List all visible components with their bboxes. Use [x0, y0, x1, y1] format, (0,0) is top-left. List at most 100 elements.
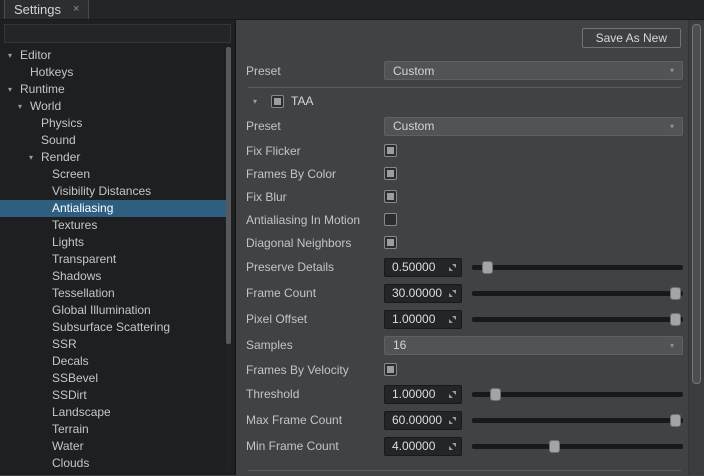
spin-drag-icon[interactable] [448, 289, 457, 298]
fix-flicker-row: Fix Flicker [246, 139, 683, 162]
threshold-slider[interactable] [472, 388, 683, 401]
min-frame-count-label: Min Frame Count [246, 439, 384, 453]
slider-track[interactable] [472, 444, 683, 449]
frames-by-color-checkbox[interactable] [384, 167, 397, 180]
tab-title: Settings [14, 2, 61, 17]
pixel-offset-slider[interactable] [472, 313, 683, 326]
spin-drag-icon[interactable] [448, 263, 457, 272]
tree-item-label: Decals [52, 354, 89, 368]
spin-drag-icon[interactable] [448, 315, 457, 324]
tree-item-sound[interactable]: Sound [0, 132, 227, 149]
section-divider-top [248, 87, 681, 88]
close-icon[interactable]: × [73, 4, 79, 15]
preserve-details-spinbox[interactable]: 0.50000 [384, 258, 462, 277]
tree-item-render[interactable]: ▾Render [0, 149, 227, 166]
slider-track[interactable] [472, 265, 683, 270]
tree-item-label: World [30, 99, 61, 113]
tree-item-tessellation[interactable]: Tessellation [0, 285, 227, 302]
taa-enabled-checkbox[interactable] [271, 95, 284, 108]
tree-item-hotkeys[interactable]: Hotkeys [0, 64, 227, 81]
max-frame-count-slider-handle[interactable] [670, 414, 681, 427]
pixel-offset-label: Pixel Offset [246, 312, 384, 326]
tree-item-landscape[interactable]: Landscape [0, 404, 227, 421]
tree-item-editor[interactable]: ▾Editor [0, 47, 227, 64]
tree-item-label: Visibility Distances [52, 184, 151, 198]
samples-dropdown[interactable]: 16▾ [384, 336, 683, 355]
min-frame-count-slider-handle[interactable] [549, 440, 560, 453]
preset-dropdown[interactable]: Custom ▾ [384, 61, 683, 80]
frames-by-velocity-checkbox[interactable] [384, 363, 397, 376]
min-frame-count-value: 4.00000 [385, 439, 447, 453]
preset-dropdown-value: Custom [393, 119, 434, 133]
chevron-down-icon: ▾ [670, 66, 674, 75]
tree-item-visibility-distances[interactable]: Visibility Distances [0, 183, 227, 200]
antialiasing-in-motion-checkbox[interactable] [384, 213, 397, 226]
tree-item-world[interactable]: ▾World [0, 98, 227, 115]
slider-track[interactable] [472, 392, 683, 397]
tree-item-ssr[interactable]: SSR [0, 336, 227, 353]
preserve-details-slider-handle[interactable] [482, 261, 493, 274]
max-frame-count-spinbox[interactable]: 60.00000 [384, 411, 462, 430]
tree-scrollbar[interactable] [226, 47, 231, 471]
tree-item-terrain[interactable]: Terrain [0, 421, 227, 438]
max-frame-count-slider[interactable] [472, 414, 683, 427]
tab-settings[interactable]: Settings × [4, 0, 89, 19]
samples-label: Samples [246, 338, 384, 352]
search-input[interactable] [4, 24, 231, 43]
frames-by-color-label: Frames By Color [246, 167, 384, 181]
tree-item-ssdirt[interactable]: SSDirt [0, 387, 227, 404]
tree-item-textures[interactable]: Textures [0, 217, 227, 234]
tree-item-clouds[interactable]: Clouds [0, 455, 227, 472]
preserve-details-slider[interactable] [472, 261, 683, 274]
expand-arrow-icon[interactable]: ▾ [18, 98, 30, 115]
tree-item-antialiasing[interactable]: Antialiasing [0, 200, 227, 217]
panel-scrollbar[interactable] [688, 20, 704, 475]
expand-arrow-icon[interactable]: ▾ [8, 47, 20, 64]
pixel-offset-slider-handle[interactable] [670, 313, 681, 326]
tree-item-subsurface-scattering[interactable]: Subsurface Scattering [0, 319, 227, 336]
tree-item-runtime[interactable]: ▾Runtime [0, 81, 227, 98]
spin-drag-icon[interactable] [448, 416, 457, 425]
slider-track[interactable] [472, 418, 683, 423]
save-as-new-button[interactable]: Save As New [582, 28, 681, 48]
collapse-arrow-icon[interactable]: ▾ [253, 97, 264, 106]
expand-arrow-icon[interactable]: ▾ [29, 149, 41, 166]
frame-count-slider-handle[interactable] [670, 287, 681, 300]
spin-drag-icon[interactable] [448, 390, 457, 399]
tree-item-decals[interactable]: Decals [0, 353, 227, 370]
tree-item-shadows[interactable]: Shadows [0, 268, 227, 285]
pixel-offset-spinbox[interactable]: 1.00000 [384, 310, 462, 329]
panel-scrollbar-thumb[interactable] [692, 24, 701, 384]
diagonal-neighbors-label: Diagonal Neighbors [246, 236, 384, 250]
tree-item-transparent[interactable]: Transparent [0, 251, 227, 268]
main-area: ▾EditorHotkeys▾Runtime▾WorldPhysicsSound… [0, 20, 704, 475]
spin-drag-icon[interactable] [448, 442, 457, 451]
tree-item-physics[interactable]: Physics [0, 115, 227, 132]
tree-item-label: Landscape [52, 405, 111, 419]
slider-track[interactable] [472, 317, 683, 322]
tree-item-label: Sound [41, 133, 76, 147]
antialiasing-in-motion-row: Antialiasing In Motion [246, 208, 683, 231]
tree-item-water[interactable]: Water [0, 438, 227, 455]
diagonal-neighbors-checkbox[interactable] [384, 236, 397, 249]
tree-item-ssbevel[interactable]: SSBevel [0, 370, 227, 387]
min-frame-count-slider[interactable] [472, 440, 683, 453]
min-frame-count-spinbox[interactable]: 4.00000 [384, 437, 462, 456]
preset-dropdown[interactable]: Custom▾ [384, 117, 683, 136]
taa-section-header[interactable]: ▾ TAA [246, 89, 683, 113]
fix-blur-checkbox[interactable] [384, 190, 397, 203]
threshold-spinbox[interactable]: 1.00000 [384, 385, 462, 404]
tree-item-lights[interactable]: Lights [0, 234, 227, 251]
toolbar-row: Save As New [246, 20, 683, 48]
tree-item-global-illumination[interactable]: Global Illumination [0, 302, 227, 319]
tree-item-label: Antialiasing [52, 201, 113, 215]
tree-item-screen[interactable]: Screen [0, 166, 227, 183]
threshold-slider-handle[interactable] [490, 388, 501, 401]
frame-count-slider[interactable] [472, 287, 683, 300]
frame-count-spinbox[interactable]: 30.00000 [384, 284, 462, 303]
tree-scrollbar-thumb[interactable] [226, 47, 231, 344]
slider-track[interactable] [472, 291, 683, 296]
expand-arrow-icon[interactable]: ▾ [8, 81, 20, 98]
fix-flicker-label: Fix Flicker [246, 144, 384, 158]
fix-flicker-checkbox[interactable] [384, 144, 397, 157]
